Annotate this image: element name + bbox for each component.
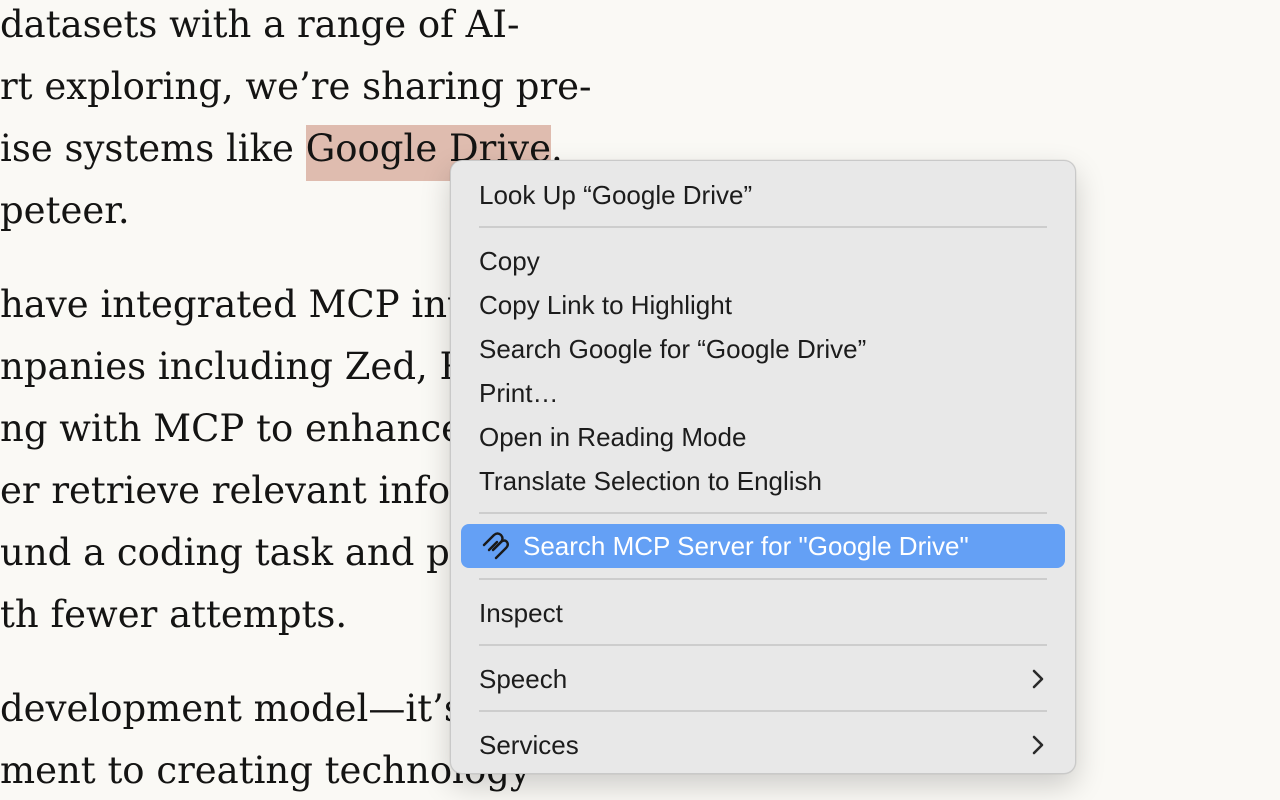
mcp-logo-icon	[482, 532, 509, 560]
menu-item-open-reading-mode[interactable]: Open in Reading Mode	[479, 417, 1047, 457]
article-line: peteer.	[0, 189, 130, 232]
menu-item-label: Speech	[479, 664, 568, 694]
menu-item-label: Services	[479, 730, 579, 760]
menu-item-look-up[interactable]: Look Up “Google Drive”	[479, 175, 1047, 215]
menu-item-translate[interactable]: Translate Selection to English	[479, 461, 1047, 501]
article-line: und a coding task and pro	[0, 531, 490, 574]
article-line: rt exploring, we’re sharing pre-	[0, 65, 592, 108]
chevron-right-icon	[1032, 735, 1044, 755]
menu-separator	[479, 226, 1047, 228]
menu-item-inspect[interactable]: Inspect	[479, 593, 1047, 633]
article-line: er retrieve relevant inforr	[0, 469, 486, 512]
article-line: have integrated MCP into	[0, 283, 485, 326]
menu-separator	[479, 710, 1047, 712]
article-line: datasets with a range of AI-	[0, 3, 520, 46]
menu-item-print[interactable]: Print…	[479, 373, 1047, 413]
menu-separator	[479, 578, 1047, 580]
menu-item-search-google[interactable]: Search Google for “Google Drive”	[479, 329, 1047, 369]
menu-item-copy[interactable]: Copy	[479, 241, 1047, 281]
menu-separator	[479, 512, 1047, 514]
menu-item-services[interactable]: Services	[479, 725, 1047, 765]
menu-item-label: Search MCP Server for "Google Drive"	[523, 531, 969, 561]
article-line: npanies including Zed, R	[0, 345, 468, 388]
article-line: th fewer attempts.	[0, 593, 348, 636]
chevron-right-icon	[1032, 669, 1044, 689]
menu-separator	[479, 644, 1047, 646]
article-line: development model—it’s	[0, 687, 463, 730]
article-text: ise systems like	[0, 127, 306, 170]
menu-item-search-mcp-server[interactable]: Search MCP Server for "Google Drive"	[461, 524, 1065, 568]
context-menu: Look Up “Google Drive” Copy Copy Link to…	[450, 160, 1076, 774]
menu-item-speech[interactable]: Speech	[479, 659, 1047, 699]
article-line: ng with MCP to enhance t	[0, 407, 490, 450]
menu-item-copy-link-to-highlight[interactable]: Copy Link to Highlight	[479, 285, 1047, 325]
